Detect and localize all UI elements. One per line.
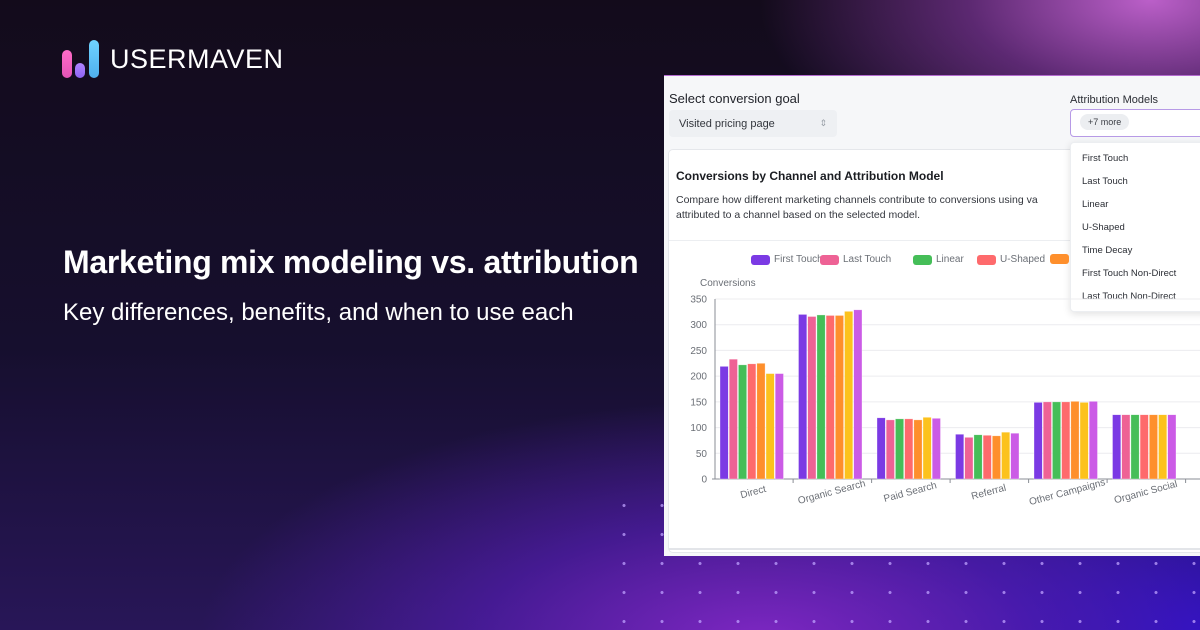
- legend-label: Last Touch: [843, 254, 892, 265]
- y-tick-label: 50: [696, 449, 708, 460]
- bar-organic-search-u-shaped: [825, 315, 835, 480]
- legend-item[interactable]: Last Touch: [820, 254, 891, 265]
- more-models-chip[interactable]: +7 more: [1080, 114, 1130, 130]
- bar-organic-search-first-touch: [798, 314, 808, 480]
- bar-paid-search-last-touch-non-direct: [931, 418, 941, 480]
- x-tick-label: Organic Search: [797, 478, 867, 507]
- bar-paid-search-first-touch-non-direct: [922, 416, 932, 480]
- bar-direct-time-decay: [756, 362, 766, 480]
- x-tick-label: Organic Social: [1113, 479, 1179, 506]
- bar-referral-first-touch: [955, 433, 965, 480]
- bar-direct-first-touch-non-direct: [765, 373, 775, 480]
- x-tick-label: Referral: [970, 483, 1007, 503]
- brand-name: USERMAVEN: [110, 43, 284, 74]
- attribution-models-select[interactable]: +7 more: [1070, 109, 1200, 137]
- x-tick-label: Other Campaigns: [1028, 477, 1107, 508]
- bar-referral-last-touch-non-direct: [1010, 432, 1020, 480]
- bar-other-campaigns-u-shaped: [1061, 401, 1071, 480]
- y-tick-label: 250: [690, 346, 707, 357]
- legend-item[interactable]: [1050, 254, 1069, 264]
- legend-item[interactable]: Linear: [913, 254, 964, 265]
- legend-swatch: [751, 254, 770, 265]
- bar-organic-social-last-touch-non-direct: [1167, 414, 1177, 480]
- bar-other-campaigns-last-touch-non-direct: [1088, 401, 1098, 480]
- y-axis-title: Conversions: [700, 278, 756, 289]
- card-title: Conversions by Channel and Attribution M…: [676, 169, 944, 183]
- bar-organic-social-linear: [1130, 414, 1140, 480]
- bar-referral-time-decay: [991, 435, 1001, 480]
- y-tick-label: 100: [690, 423, 707, 434]
- bar-other-campaigns-time-decay: [1070, 401, 1080, 480]
- conversion-goal-label: Select conversion goal: [669, 91, 800, 106]
- y-tick-label: 0: [701, 475, 707, 486]
- bar-other-campaigns-last-touch: [1042, 401, 1052, 480]
- bar-organic-social-first-touch: [1112, 414, 1122, 480]
- legend-item[interactable]: U-Shaped: [977, 254, 1045, 265]
- x-tick-label: Paid Search: [883, 480, 938, 505]
- dropdown-option-u-shaped[interactable]: U-Shaped: [1082, 222, 1125, 233]
- bar-organic-social-u-shaped: [1139, 414, 1149, 480]
- bar-organic-social-time-decay: [1148, 414, 1158, 480]
- bar-other-campaigns-linear: [1052, 401, 1061, 480]
- dropdown-option-first-touch[interactable]: First Touch: [1082, 153, 1128, 164]
- legend-label: Linear: [936, 254, 964, 265]
- brand-logo: USERMAVEN: [62, 40, 284, 78]
- bar-direct-last-touch: [728, 358, 738, 480]
- bar-direct-u-shaped: [747, 363, 757, 480]
- hero-subtitle: Key differences, benefits, and when to u…: [63, 299, 574, 326]
- x-tick-label: Direct: [739, 484, 767, 501]
- legend-swatch: [977, 254, 996, 265]
- bar-referral-u-shaped: [982, 434, 992, 480]
- dropdown-option-linear[interactable]: Linear: [1082, 199, 1108, 210]
- legend-label: U-Shaped: [1000, 254, 1046, 265]
- bar-direct-last-touch-non-direct: [774, 373, 784, 480]
- bar-chart-logo-icon: [62, 40, 102, 78]
- legend-label: First Touch: [774, 254, 823, 265]
- panel-bottom-border: [669, 548, 1200, 550]
- attribution-models-label: Attribution Models: [1070, 94, 1159, 106]
- bar-organic-search-last-touch-non-direct: [853, 309, 863, 480]
- card-description: Compare how different marketing channels…: [676, 194, 1038, 221]
- legend-swatch: [913, 254, 932, 265]
- bar-paid-search-u-shaped: [904, 418, 914, 480]
- bar-chart-svg: Conversions 0 50 100 150 200 250 300 350 Direct Or…: [690, 278, 1200, 508]
- conversion-goal-select[interactable]: Visited pricing page ⇕: [669, 110, 837, 137]
- y-tick-label: 150: [690, 397, 707, 408]
- bar-referral-linear: [973, 434, 983, 480]
- bar-direct-linear: [738, 364, 748, 480]
- bar-paid-search-last-touch: [885, 419, 895, 480]
- bar-other-campaigns-first-touch: [1033, 402, 1043, 480]
- legend-swatch: [1050, 254, 1069, 264]
- bar-paid-search-time-decay: [913, 419, 923, 480]
- bar-organic-social-last-touch: [1121, 414, 1131, 480]
- bar-organic-social-first-touch-non-direct: [1158, 414, 1168, 480]
- legend-swatch: [820, 254, 839, 265]
- bar-organic-search-last-touch: [807, 316, 817, 480]
- y-tick-label: 200: [690, 372, 707, 383]
- bar-referral-first-touch-non-direct: [1001, 431, 1011, 480]
- hero-title: Marketing mix modeling vs. attribution: [63, 244, 639, 280]
- y-tick-label: 350: [690, 295, 707, 306]
- legend-item[interactable]: First Touch: [751, 254, 823, 265]
- bar-paid-search-first-touch: [876, 417, 886, 480]
- bar-other-campaigns-first-touch-non-direct: [1079, 402, 1089, 480]
- conversion-goal-value: Visited pricing page: [679, 117, 775, 130]
- bar-paid-search-linear: [895, 418, 904, 480]
- conversions-chart: First Touch Last Touch Linear U-Shaped Conv…: [664, 240, 1200, 535]
- dropdown-option-last-touch[interactable]: Last Touch: [1082, 176, 1128, 187]
- bar-organic-search-time-decay: [835, 315, 844, 480]
- bar-direct-first-touch: [719, 366, 729, 480]
- bar-organic-search-first-touch-non-direct: [844, 311, 854, 480]
- bar-referral-last-touch: [964, 437, 974, 480]
- chevron-up-down-icon: ⇕: [819, 118, 827, 128]
- bar-organic-search-linear: [816, 314, 826, 480]
- y-tick-label: 300: [690, 320, 707, 331]
